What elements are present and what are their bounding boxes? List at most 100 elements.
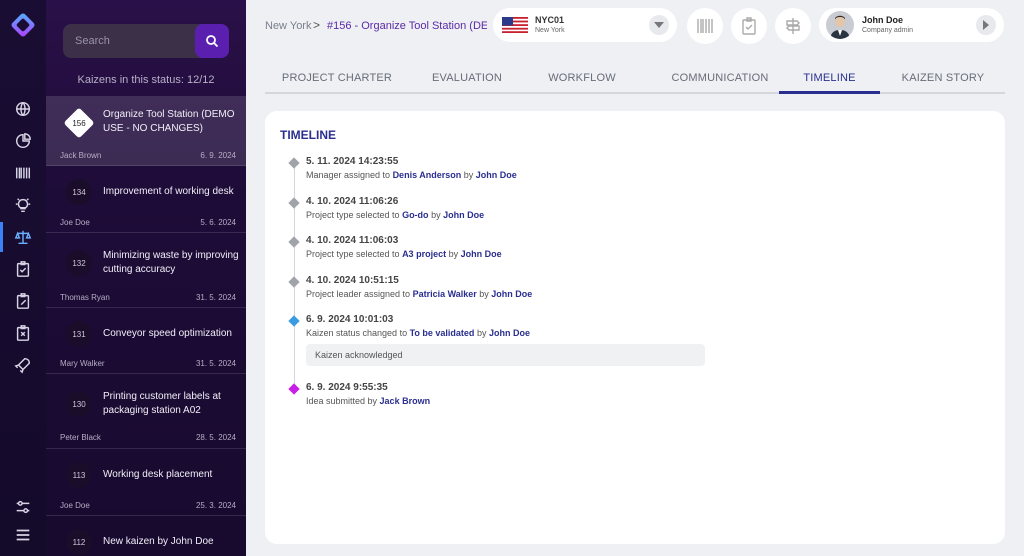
event-date: 5. 11. 2024 14:23:55 <box>306 156 399 167</box>
event-text: Project leader assigned to Patricia Walk… <box>306 289 533 299</box>
sliders-icon[interactable] <box>11 495 35 519</box>
list-item[interactable]: 132 Minimizing waste by improving cuttin… <box>46 233 246 308</box>
chevron-down-icon <box>654 22 664 28</box>
event-text: Project type selected to Go-do by John D… <box>306 210 485 220</box>
tab-bar: PROJECT CHARTER EVALUATION WORKFLOW COMM… <box>265 66 1005 94</box>
event-date: 6. 9. 2024 10:01:03 <box>306 314 394 325</box>
chevron-right-icon <box>983 20 989 30</box>
list-item[interactable]: 112 New kaizen by John Doe <box>46 516 246 556</box>
kaizen-id-badge: 113 <box>66 462 92 488</box>
kaizen-id-badge: 156 <box>63 107 95 139</box>
nav-rail <box>0 0 46 556</box>
list-item-date: 25. 3. 2024 <box>195 501 236 510</box>
list-item-title: Conveyor speed optimization <box>103 328 232 339</box>
list-item[interactable]: 156 Organize Tool Station (DEMO USE - NO… <box>46 96 246 166</box>
clipboard-check-icon <box>742 17 756 35</box>
tab-communication[interactable]: COMMUNICATION <box>660 66 780 92</box>
balance-icon[interactable] <box>11 225 35 249</box>
kaizen-id-badge: 132 <box>66 250 92 276</box>
breadcrumb-separator: > <box>313 18 321 32</box>
list-item[interactable]: 113 Working desk placement Joe Doe 25. 3… <box>46 449 246 516</box>
signpost-button[interactable] <box>775 8 811 44</box>
site-code: NYC01 <box>535 15 565 25</box>
list-item-user: Mary Walker <box>60 359 105 368</box>
kaizen-list-panel: Kaizens in this status: 12/12 156 Organi… <box>46 0 246 556</box>
rail-active-indicator <box>0 222 3 252</box>
app-logo-icon[interactable] <box>9 11 37 39</box>
kaizen-id-badge: 112 <box>66 529 92 555</box>
list-item-date: 5. 6. 2024 <box>200 218 236 227</box>
event-text: Project type selected to A3 project by J… <box>306 249 502 259</box>
event-marker-icon <box>288 157 300 169</box>
event-date: 6. 9. 2024 9:55:35 <box>306 382 388 393</box>
event-text: Manager assigned to Denis Anderson by Jo… <box>306 170 517 180</box>
breadcrumb-title: #156 - Organize Tool Station (DE... <box>327 20 487 32</box>
clipboard-edit-icon[interactable] <box>11 289 35 313</box>
list-item[interactable]: 131 Conveyor speed optimization Mary Wal… <box>46 308 246 374</box>
us-flag-icon <box>502 17 528 33</box>
clipboard-check-icon[interactable] <box>11 257 35 281</box>
kaizen-id-badge: 131 <box>66 321 92 347</box>
menu-icon[interactable] <box>11 523 35 547</box>
user-menu-button[interactable] <box>976 15 996 35</box>
signpost-icon <box>786 18 800 34</box>
timeline-title: TIMELINE <box>280 128 336 142</box>
avatar <box>826 11 854 39</box>
pie-chart-icon[interactable] <box>11 129 35 153</box>
list-item-title: Improvement of working desk <box>103 186 234 197</box>
list-item[interactable]: 130 Printing customer labels at packagin… <box>46 374 246 449</box>
event-note: Kaizen acknowledged <box>306 344 705 366</box>
clipboard-x-icon[interactable] <box>11 321 35 345</box>
list-item-date: 31. 5. 2024 <box>195 359 236 368</box>
list-item-title: Working desk placement <box>103 469 213 480</box>
event-date: 4. 10. 2024 10:51:15 <box>306 275 399 286</box>
list-item-user: Joe Doe <box>60 218 90 227</box>
tab-evaluation[interactable]: EVALUATION <box>425 66 509 92</box>
event-text: Idea submitted by Jack Brown <box>306 396 431 406</box>
user-name: John Doe <box>862 15 904 25</box>
search-box <box>63 24 229 58</box>
globe-icon[interactable] <box>11 97 35 121</box>
event-marker-icon <box>288 315 300 327</box>
list-item-date: 31. 5. 2024 <box>195 293 236 302</box>
site-city: New York <box>535 27 565 34</box>
event-marker-icon <box>288 236 300 248</box>
tab-kaizen-story[interactable]: KAIZEN STORY <box>898 66 988 92</box>
list-item[interactable]: 134 Improvement of working desk Joe Doe … <box>46 166 246 233</box>
list-item-user: Joe Doe <box>60 501 90 510</box>
list-item-title: Minimizing waste by improving cutting ac… <box>103 250 239 275</box>
site-dropdown-button[interactable] <box>649 15 669 35</box>
barcode-button[interactable] <box>687 8 723 44</box>
barcode-icon[interactable] <box>11 161 35 185</box>
search-button[interactable] <box>195 24 229 58</box>
site-selector[interactable]: NYC01 New York <box>493 8 677 42</box>
list-item-title: Printing customer labels at packaging st… <box>103 391 221 416</box>
event-marker-icon <box>288 276 300 288</box>
list-item-user: Peter Black <box>60 433 101 442</box>
list-item-date: 28. 5. 2024 <box>195 433 236 442</box>
list-item-date: 6. 9. 2024 <box>200 151 236 160</box>
rocket-icon[interactable] <box>11 353 35 377</box>
event-text: Kaizen status changed to To be validated… <box>306 328 530 338</box>
status-count: Kaizens in this status: 12/12 <box>77 74 215 86</box>
event-marker-icon <box>288 383 300 395</box>
kaizen-id-badge: 134 <box>66 179 92 205</box>
tab-project-charter[interactable]: PROJECT CHARTER <box>279 66 395 92</box>
breadcrumb-city[interactable]: New York <box>265 20 311 32</box>
barcode-icon <box>697 19 713 33</box>
kaizen-id-badge: 130 <box>66 391 92 417</box>
event-date: 4. 10. 2024 11:06:03 <box>306 235 399 246</box>
list-item-title: Organize Tool Station (DEMO USE - NO CHA… <box>103 109 235 134</box>
search-icon <box>206 35 219 48</box>
list-item-user: Thomas Ryan <box>60 293 110 302</box>
tasks-button[interactable] <box>731 8 767 44</box>
search-input[interactable] <box>63 24 193 58</box>
user-role: Company admin <box>862 27 913 34</box>
list-item-title: New kaizen by John Doe <box>103 536 214 547</box>
user-menu[interactable]: John Doe Company admin <box>819 8 1004 42</box>
tab-workflow[interactable]: WORKFLOW <box>540 66 624 92</box>
bulb-icon[interactable] <box>11 193 35 217</box>
list-item-user: Jack Brown <box>60 151 102 160</box>
tab-timeline[interactable]: TIMELINE <box>779 66 880 94</box>
event-date: 4. 10. 2024 11:06:26 <box>306 196 399 207</box>
